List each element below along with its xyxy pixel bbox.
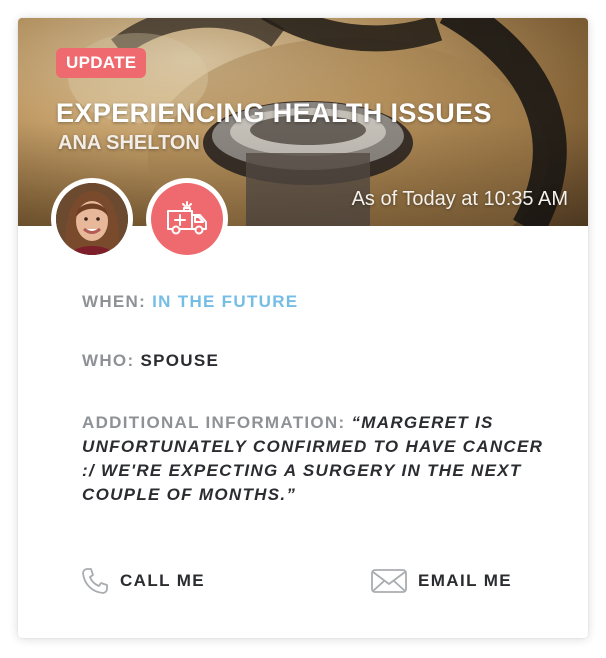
category-icon-badge [146, 178, 228, 260]
timestamp: As of Today at 10:35 AM [351, 188, 568, 210]
envelope-icon [371, 569, 407, 593]
email-me-label: EMAIL ME [418, 571, 513, 590]
who-label: WHO: [82, 351, 135, 370]
additional-info-label: ADDITIONAL INFORMATION: [82, 413, 346, 432]
when-label: WHEN: [82, 292, 147, 311]
who-value: SPOUSE [140, 351, 220, 370]
when-value: IN THE FUTURE [152, 292, 299, 311]
card-title: EXPERIENCING HEALTH ISSUES [56, 98, 492, 128]
call-me-button[interactable]: CALL ME [80, 564, 205, 598]
person-photo [56, 183, 128, 255]
who-row: WHO: SPOUSE [82, 351, 219, 371]
email-me-button[interactable]: EMAIL ME [370, 564, 512, 598]
status-card: UPDATE EXPERIENCING HEALTH ISSUES ANA SH… [18, 18, 588, 638]
avatar[interactable] [51, 178, 133, 260]
phone-icon [82, 568, 108, 594]
call-me-label: CALL ME [120, 571, 206, 590]
update-badge: UPDATE [56, 48, 147, 78]
person-name: ANA SHELTON [58, 132, 200, 154]
when-row: WHEN: IN THE FUTURE [82, 292, 298, 312]
ambulance-icon [167, 201, 207, 235]
additional-info-row: ADDITIONAL INFORMATION: “MARGERET IS UNF… [82, 411, 562, 507]
